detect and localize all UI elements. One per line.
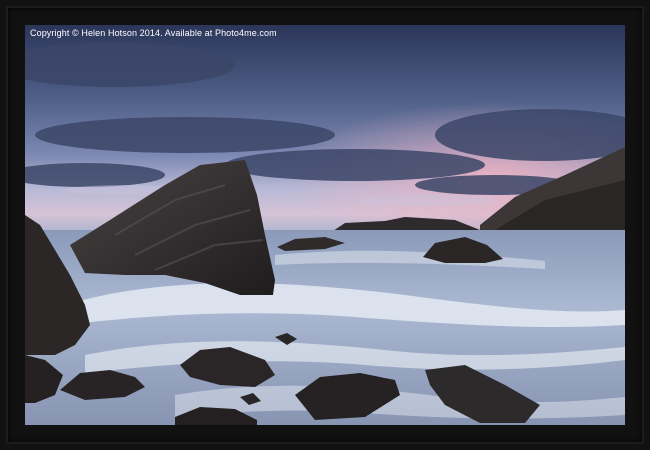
coastal-photo: Copyright © Helen Hotson 2014. Available… <box>25 25 625 425</box>
coastal-scene <box>25 25 625 425</box>
picture-frame: Copyright © Helen Hotson 2014. Available… <box>0 0 650 450</box>
copyright-watermark: Copyright © Helen Hotson 2014. Available… <box>30 28 277 38</box>
